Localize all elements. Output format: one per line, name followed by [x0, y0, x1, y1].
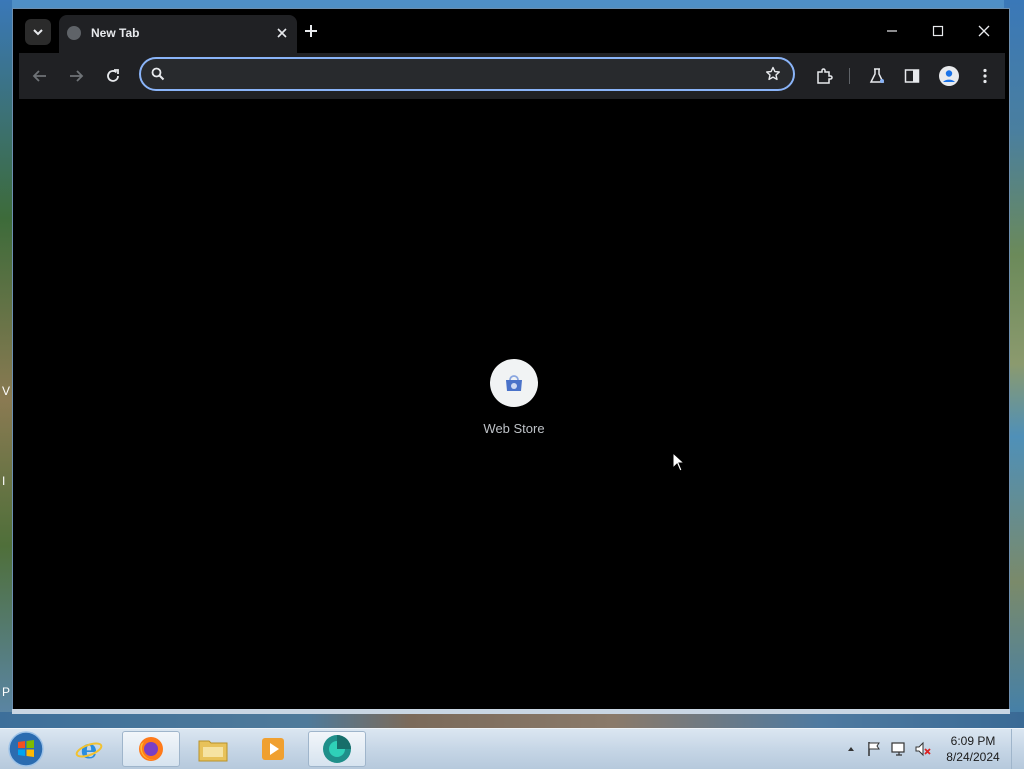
- taskbar: e 6:09 PM 8/24/2024: [0, 728, 1024, 769]
- minimize-icon: [887, 30, 897, 32]
- taskbar-app-firefox[interactable]: [122, 731, 180, 767]
- taskbar-app-internet-explorer[interactable]: e: [60, 731, 118, 767]
- media-player-icon: [262, 738, 284, 760]
- browser-window: New Tab Web Store: [12, 8, 1010, 713]
- system-clock[interactable]: 6:09 PM 8/24/2024: [940, 733, 1006, 765]
- extensions-button[interactable]: [813, 65, 835, 87]
- profile-button[interactable]: [938, 65, 960, 87]
- globe-icon: [67, 26, 81, 40]
- taskbar-app-media-player[interactable]: [244, 731, 302, 767]
- tab-strip: New Tab: [13, 9, 1009, 53]
- network-icon: [891, 742, 905, 756]
- reload-button[interactable]: [102, 65, 124, 87]
- shortcut-web-store[interactable]: Web Store: [469, 359, 559, 436]
- bookmark-star-icon[interactable]: [765, 66, 781, 82]
- side-panel-button[interactable]: [901, 65, 923, 87]
- arrow-left-icon: [32, 70, 46, 82]
- close-icon: [978, 25, 990, 37]
- action-center-icon[interactable]: [866, 741, 882, 762]
- puzzle-icon: [817, 68, 833, 84]
- show-desktop-button[interactable]: [1011, 729, 1024, 769]
- network-icon[interactable]: [890, 741, 908, 762]
- arrow-right-icon: [70, 70, 84, 82]
- tab-search-button[interactable]: [25, 19, 51, 45]
- browser-menu-button[interactable]: [974, 65, 996, 87]
- desktop-icon-label-fragment: I: [2, 474, 6, 488]
- chevron-down-icon: [33, 29, 43, 36]
- new-tab-page: Web Store: [19, 99, 1005, 708]
- show-hidden-icons-button[interactable]: [846, 741, 856, 762]
- windows-logo-icon: [8, 731, 44, 767]
- maximize-button[interactable]: [923, 19, 953, 43]
- desktop-icon-label-fragment: V: [2, 384, 11, 398]
- close-window-button[interactable]: [969, 19, 999, 43]
- firefox-icon: [139, 737, 163, 761]
- back-button[interactable]: [29, 65, 51, 87]
- browser-app-icon: [323, 735, 351, 763]
- window-frame-bottom: [12, 709, 1010, 714]
- ie-icon: e: [75, 735, 103, 764]
- labs-button[interactable]: [866, 65, 888, 87]
- address-input[interactable]: [175, 64, 739, 86]
- mouse-cursor-icon: [672, 452, 686, 472]
- forward-button[interactable]: [65, 65, 87, 87]
- clock-date: 8/24/2024: [946, 750, 1000, 764]
- folder-icon: [198, 740, 228, 762]
- flask-icon: [869, 68, 885, 83]
- browser-toolbar: [19, 53, 1005, 99]
- clock-time: 6:09 PM: [950, 734, 996, 748]
- svg-text:e: e: [81, 735, 98, 764]
- tab-new-tab[interactable]: New Tab: [59, 15, 297, 53]
- avatar-icon: [939, 66, 959, 86]
- tab-title: New Tab: [91, 26, 140, 40]
- start-button[interactable]: [6, 730, 46, 768]
- volume-icon[interactable]: [914, 741, 932, 762]
- toolbar-separator: [849, 68, 850, 84]
- flag-icon: [868, 742, 880, 756]
- plus-icon: [305, 25, 317, 37]
- chevron-up-icon: [848, 747, 854, 751]
- taskbar-app-browser[interactable]: [308, 731, 366, 767]
- side-panel-icon: [904, 69, 920, 83]
- shortcut-tile[interactable]: [490, 359, 538, 407]
- search-icon: [151, 67, 165, 81]
- new-tab-button[interactable]: [301, 21, 321, 41]
- close-icon: [277, 28, 287, 38]
- kebab-menu-icon: [983, 68, 987, 84]
- tab-close-button[interactable]: [273, 24, 291, 42]
- desktop-background-left: [0, 0, 12, 728]
- address-bar[interactable]: [139, 57, 795, 91]
- volume-muted-icon: [915, 741, 931, 757]
- taskbar-app-file-explorer[interactable]: [184, 731, 242, 767]
- minimize-button[interactable]: [877, 19, 907, 43]
- shortcut-label: Web Store: [483, 421, 545, 436]
- desktop-background-bottom: [0, 712, 1024, 728]
- web-store-icon: [506, 375, 522, 391]
- maximize-icon: [932, 25, 944, 37]
- reload-icon: [107, 69, 119, 82]
- desktop-icon-label-fragment: P: [2, 685, 11, 699]
